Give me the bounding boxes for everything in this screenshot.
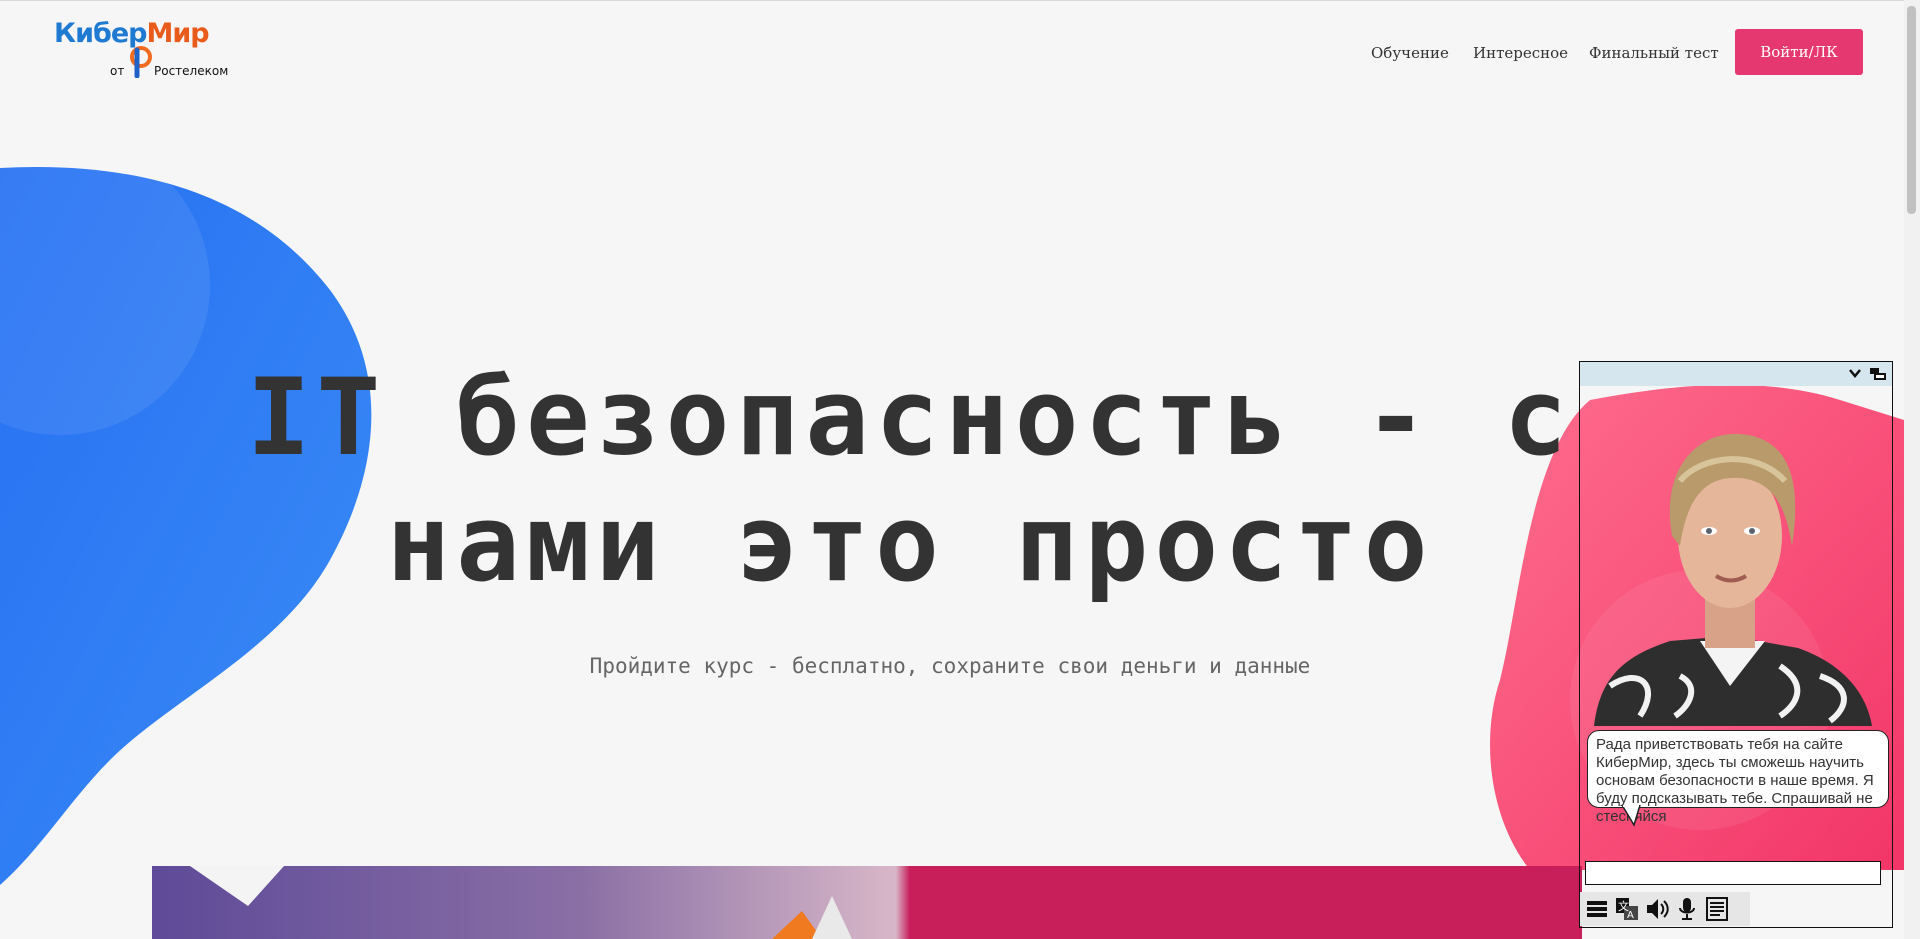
scrollbar-thumb[interactable]: [1907, 6, 1916, 214]
hero-subtitle: Пройдите курс - бесплатно, сохраните сво…: [589, 654, 1311, 678]
window-mode-icon[interactable]: [1869, 367, 1887, 381]
microphone-icon[interactable]: [1674, 896, 1700, 922]
nav-link-learning[interactable]: Обучение: [1371, 44, 1449, 62]
nav-link-final-test[interactable]: Финальный тест: [1589, 44, 1719, 62]
logo-from: от: [110, 64, 125, 78]
chevron-down-icon[interactable]: [1848, 366, 1862, 380]
login-button[interactable]: Войти/ЛК: [1735, 29, 1863, 75]
hero-title: IT безопасность - с нами это просто: [230, 355, 1590, 607]
assistant-message-bubble: Рада приветствовать тебя на сайте КиберМ…: [1587, 730, 1889, 825]
assistant-widget: Рада приветствовать тебя на сайте КиберМ…: [1579, 361, 1893, 928]
course-banner-image: [152, 866, 1582, 939]
hero-title-line-2: нами это просто: [386, 482, 1434, 605]
transcript-icon[interactable]: [1704, 896, 1730, 922]
speaker-icon[interactable]: [1644, 896, 1670, 922]
bubble-tail: [1621, 805, 1641, 827]
rostelecom-logo-icon: [130, 46, 152, 78]
logo-wordmark: КиберМир: [54, 18, 210, 49]
nav-link-interesting[interactable]: Интересное: [1473, 44, 1568, 62]
svg-text:A: A: [1627, 910, 1634, 921]
translate-icon[interactable]: 文 A: [1614, 896, 1640, 922]
menu-icon[interactable]: [1584, 896, 1610, 922]
assistant-avatar: [1594, 433, 1872, 726]
logo[interactable]: КиберМир от Ростелеком: [54, 18, 244, 90]
logo-brand: Ростелеком: [154, 64, 229, 78]
assistant-chat-input[interactable]: [1585, 861, 1881, 885]
hero-title-line-1: IT безопасность - с: [246, 356, 1574, 479]
page: КиберМир от Ростелеком Обучение Интересн…: [0, 0, 1920, 939]
assistant-titlebar: [1580, 362, 1892, 386]
